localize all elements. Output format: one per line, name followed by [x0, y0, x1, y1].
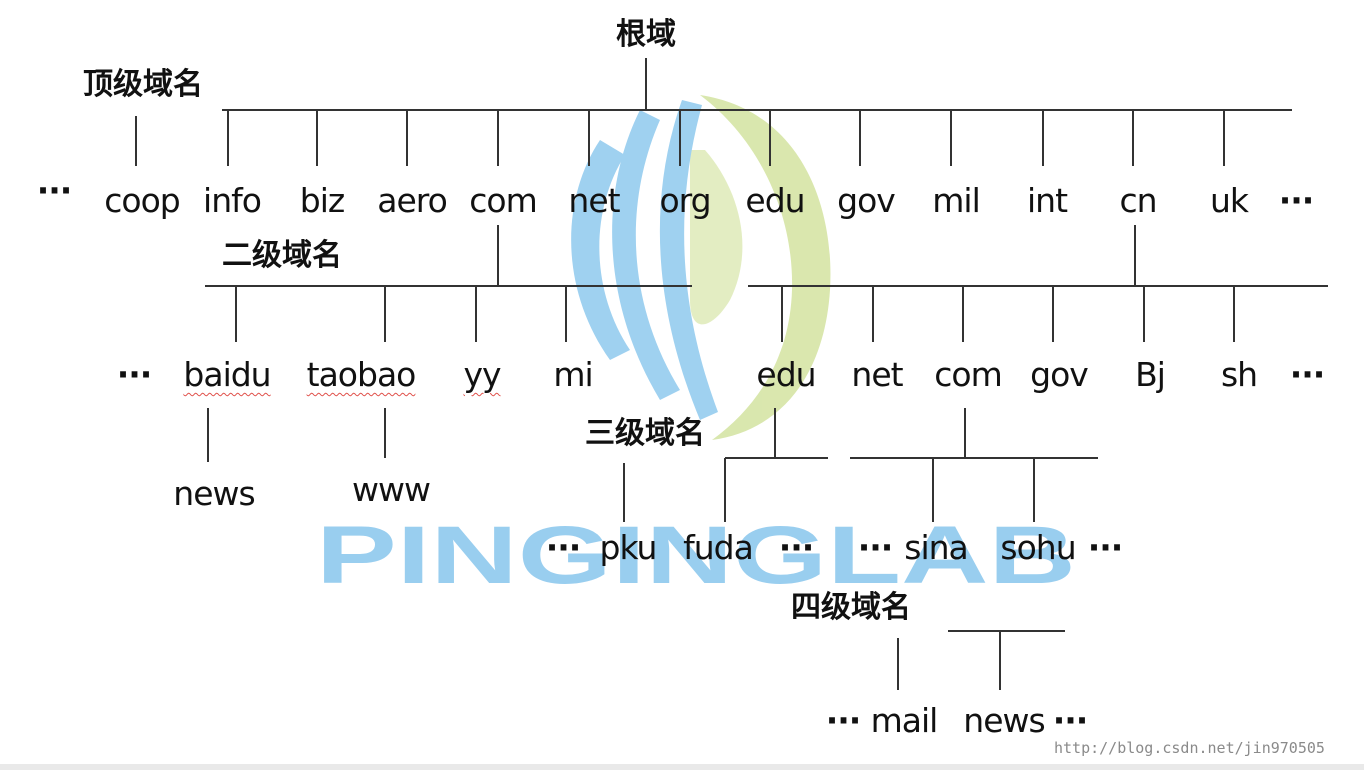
tier-label-third-level: 三级域名: [585, 416, 705, 451]
tld-uk: uk: [1209, 181, 1249, 220]
tld-gov: gov: [837, 181, 896, 220]
tld-net: net: [568, 181, 620, 220]
bottom-border: [0, 764, 1364, 770]
ellipsis-third-3: ···: [857, 528, 894, 567]
tier-label-fourth-level: 四级域名: [791, 590, 911, 625]
third-www: www: [352, 470, 431, 509]
ellipsis-third-4: ···: [1087, 528, 1124, 567]
sld-cn-net: net: [851, 355, 903, 394]
fourth-mail: mail: [870, 701, 939, 740]
tier-label-second-level: 二级域名: [222, 238, 342, 273]
third-fuda: fuda: [683, 528, 754, 567]
ellipsis-fourth-left: ···: [825, 701, 862, 740]
domain-hierarchy-diagram: PINGINGLAB 根域 顶级域名 二级域名 三级域名 四级域名 ··· co…: [0, 0, 1364, 770]
third-pku: pku: [599, 528, 658, 567]
tld-coop: coop: [104, 181, 180, 220]
tld-aero: aero: [377, 181, 448, 220]
third-sina: sina: [904, 528, 968, 567]
sld-mi: mi: [553, 355, 593, 394]
ellipsis-second-right: ···: [1289, 355, 1326, 394]
ellipsis-third-1: ···: [545, 528, 582, 567]
ellipsis-second-left: ···: [116, 355, 153, 394]
source-url: http://blog.csdn.net/jin970505: [1054, 739, 1325, 757]
ellipsis-fourth-right: ···: [1052, 701, 1089, 740]
sld-baidu: baidu: [183, 355, 271, 394]
tld-com: com: [469, 181, 537, 220]
sld-cn-bj: Bj: [1135, 355, 1166, 394]
tld-biz: biz: [299, 181, 345, 220]
ellipsis-top-left: ···: [36, 171, 73, 210]
tier-label-top-level: 顶级域名: [83, 67, 203, 102]
sld-taobao: taobao: [306, 355, 417, 394]
tld-org: org: [659, 181, 711, 220]
sld-cn-gov: gov: [1030, 355, 1089, 394]
sld-cn-com: com: [934, 355, 1002, 394]
tld-int: int: [1026, 181, 1068, 220]
fourth-news: news: [963, 701, 1045, 740]
sld-cn-edu: edu: [756, 355, 816, 394]
sld-cn-sh: sh: [1220, 355, 1258, 394]
tier-label-root: 根域: [616, 17, 676, 52]
tld-mil: mil: [932, 181, 980, 220]
tld-info: info: [203, 181, 262, 220]
third-news: news: [173, 474, 255, 513]
ellipsis-top-right: ···: [1278, 181, 1315, 220]
ellipsis-third-2: ···: [778, 528, 815, 567]
sld-yy: yy: [463, 355, 501, 394]
tld-edu: edu: [745, 181, 805, 220]
third-sohu: sohu: [1000, 528, 1076, 567]
tld-cn: cn: [1119, 181, 1157, 220]
